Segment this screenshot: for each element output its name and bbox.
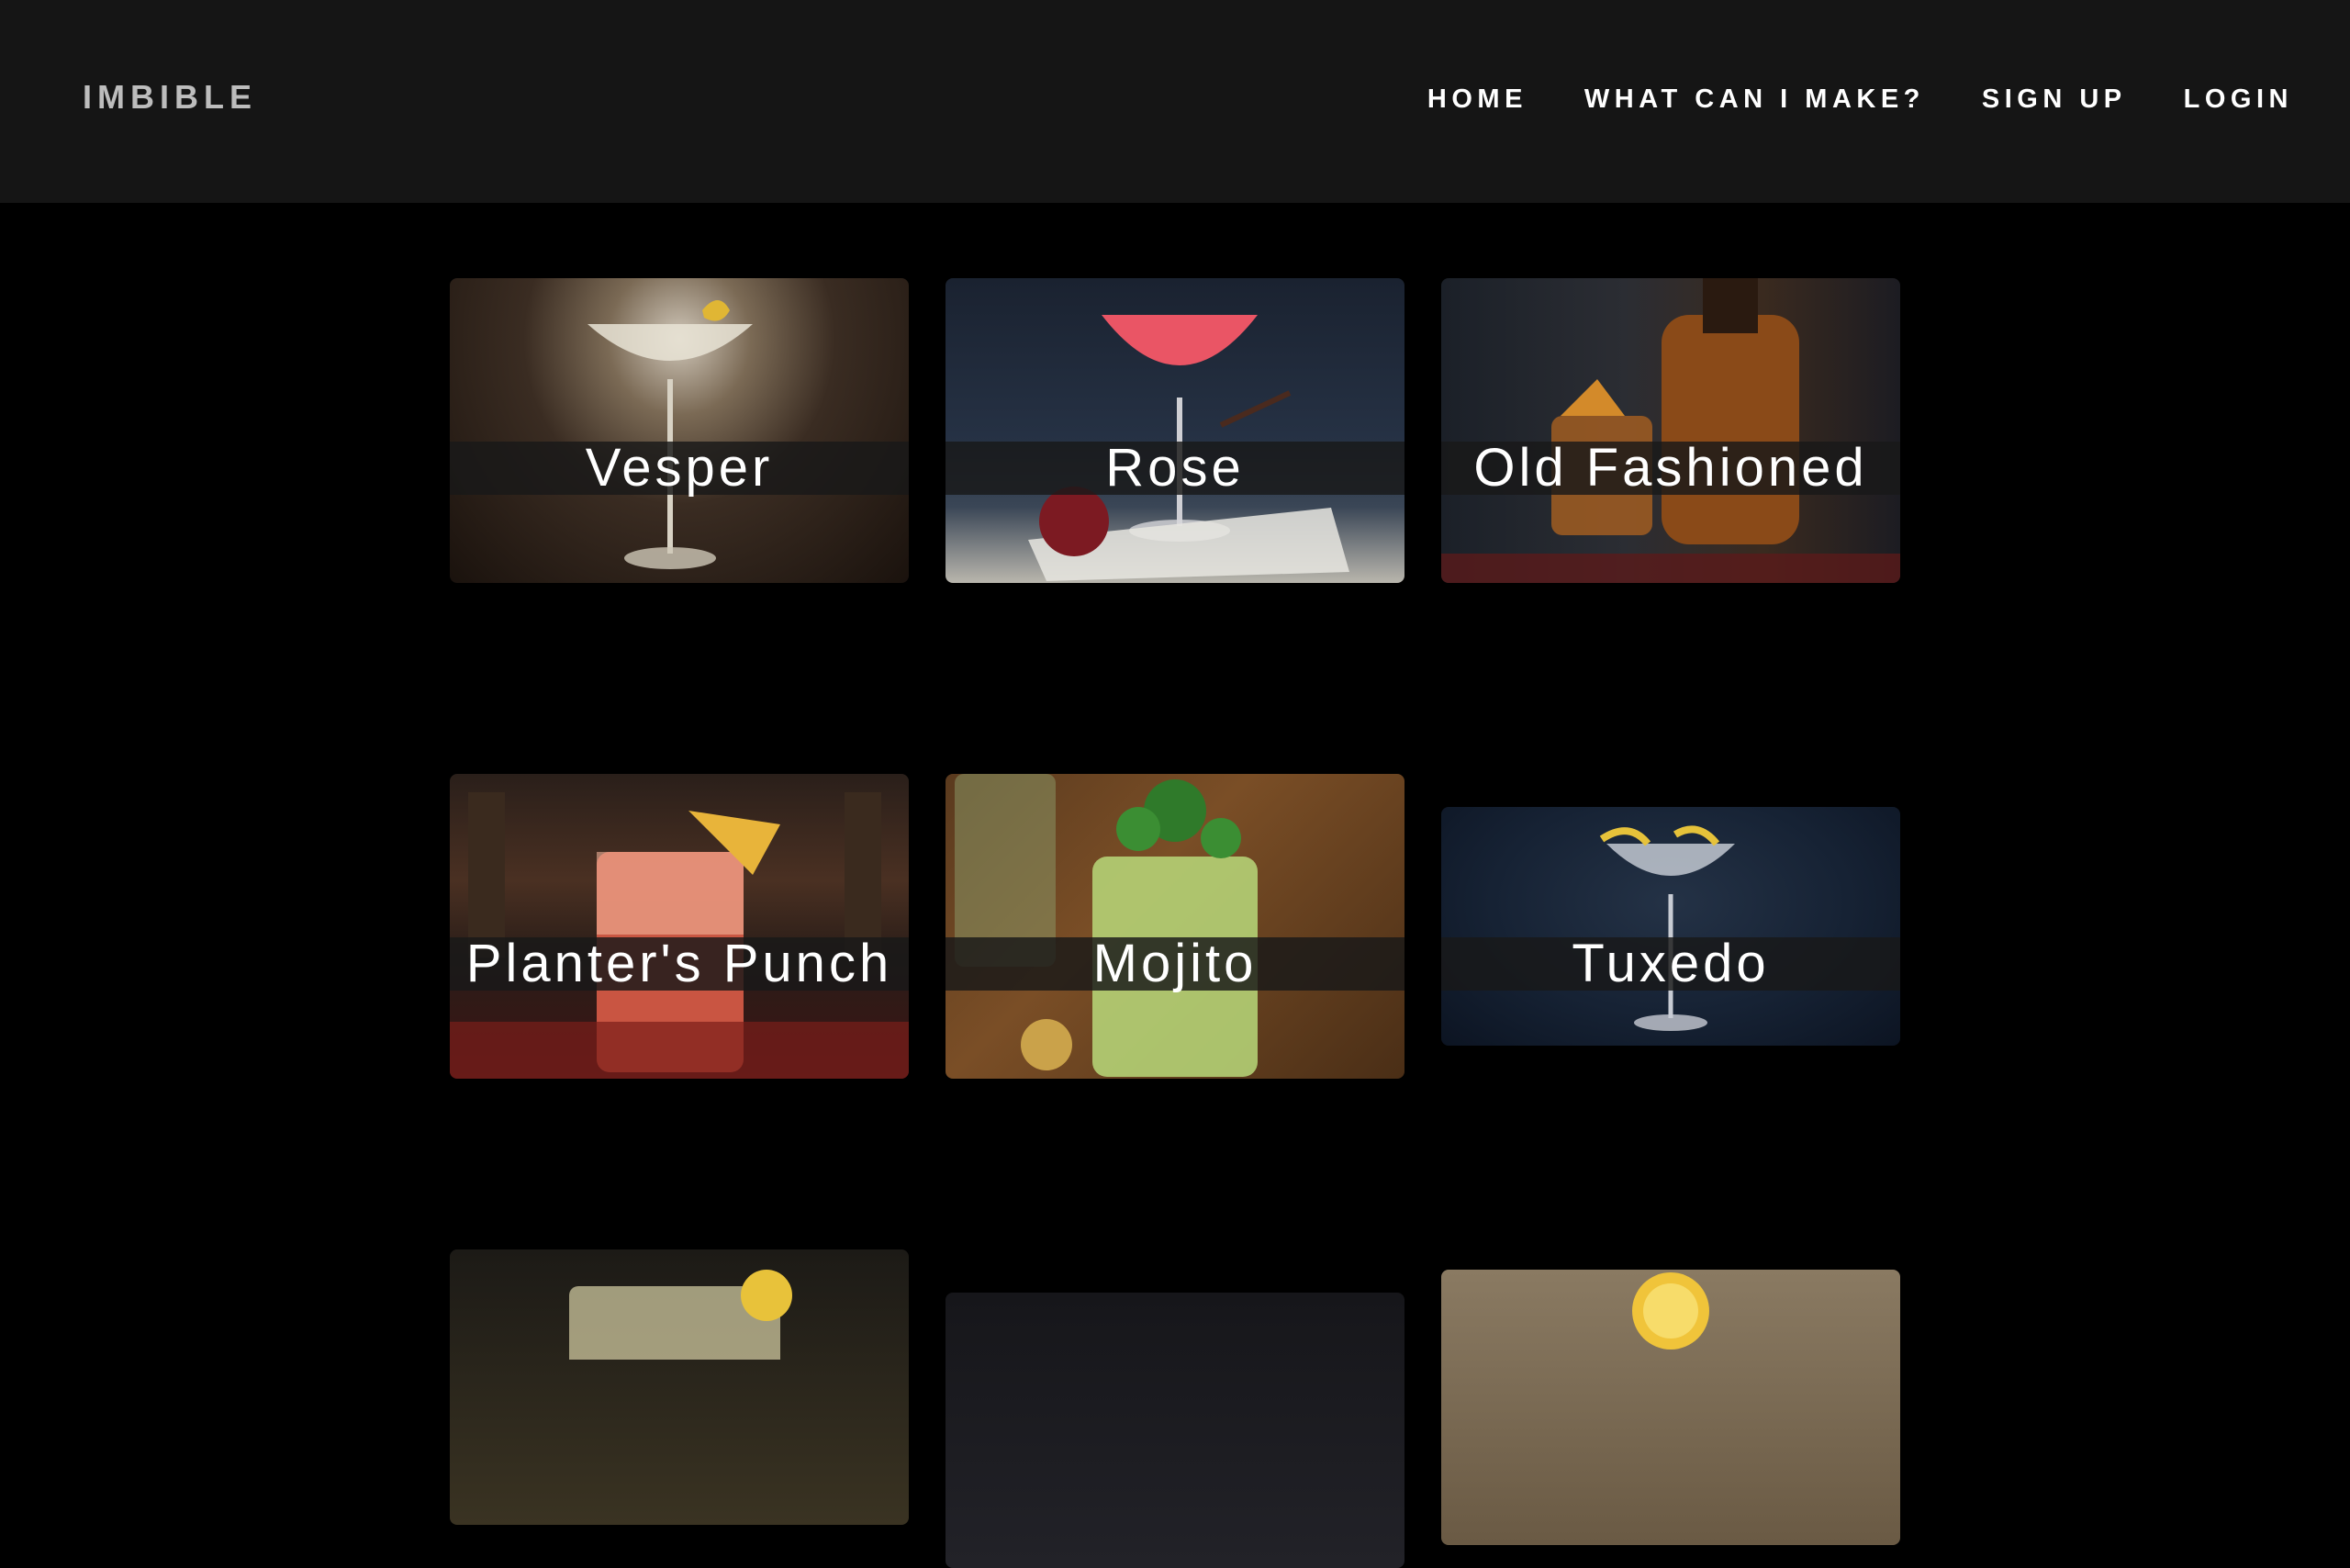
mojito-label-band: Mojito xyxy=(946,937,1404,991)
cocktail-card-row3-middle[interactable] xyxy=(946,1293,1404,1568)
nav-sign-up-link[interactable]: SIGN UP xyxy=(1982,81,2127,118)
mojito-photo xyxy=(946,774,1404,1079)
cocktail-name: Vesper xyxy=(585,438,774,498)
tuxedo-photo xyxy=(1441,807,1900,1046)
top-navbar: IMBIBLE HOME WHAT CAN I MAKE? SIGN UP LO… xyxy=(0,0,2350,203)
cocktail-card-planters-punch[interactable]: Planter's Punch xyxy=(450,774,909,1079)
cocktail-name: Planter's Punch xyxy=(465,934,893,993)
cocktail-card-vesper[interactable]: Vesper xyxy=(450,278,909,583)
vesper-label-band: Vesper xyxy=(450,442,909,495)
cocktail-photo xyxy=(1441,1270,1900,1545)
rose-photo xyxy=(946,278,1404,583)
cocktail-name: Tuxedo xyxy=(1572,934,1770,993)
nav-links: HOME WHAT CAN I MAKE? SIGN UP LOGIN xyxy=(1427,81,2293,118)
cocktail-name: Rose xyxy=(1105,438,1245,498)
tuxedo-label-band: Tuxedo xyxy=(1441,937,1900,991)
vesper-photo xyxy=(450,278,909,583)
cocktail-photo xyxy=(946,1293,1404,1568)
rose-label-band: Rose xyxy=(946,442,1404,495)
cocktail-photo xyxy=(450,1249,909,1525)
planters-punch-label-band: Planter's Punch xyxy=(450,937,909,991)
cocktail-card-rose[interactable]: Rose xyxy=(946,278,1404,583)
cocktail-name: Old Fashioned xyxy=(1473,438,1868,498)
cocktail-name: Mojito xyxy=(1092,934,1258,993)
nav-home-link[interactable]: HOME xyxy=(1427,81,1528,118)
nav-what-can-i-make-link[interactable]: WHAT CAN I MAKE? xyxy=(1584,81,1925,118)
cocktail-card-mojito[interactable]: Mojito xyxy=(946,774,1404,1079)
nav-login-link[interactable]: LOGIN xyxy=(2184,81,2293,118)
cocktail-card-row3-right[interactable] xyxy=(1441,1270,1900,1545)
brand-logo[interactable]: IMBIBLE xyxy=(83,77,257,118)
cocktail-card-tuxedo[interactable]: Tuxedo xyxy=(1441,807,1900,1046)
cocktail-card-row3-left[interactable] xyxy=(450,1249,909,1525)
old-fashioned-label-band: Old Fashioned xyxy=(1441,442,1900,495)
planters-punch-photo xyxy=(450,774,909,1079)
old-fashioned-photo xyxy=(1441,278,1900,583)
cocktail-card-old-fashioned[interactable]: Old Fashioned xyxy=(1441,278,1900,583)
